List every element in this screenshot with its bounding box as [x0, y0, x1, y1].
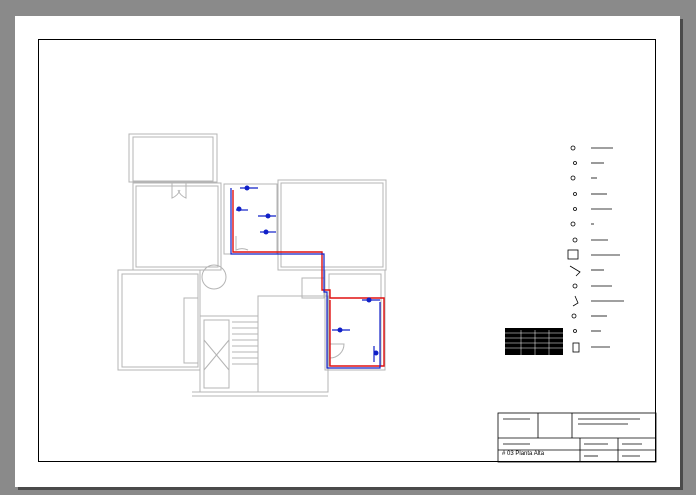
fixture-2: [236, 206, 242, 212]
room-lower-left-wall: [117, 269, 201, 371]
bedroom-right-wall: [277, 179, 387, 271]
door-bathroom: [235, 236, 249, 251]
legend-symbols: [567, 145, 624, 353]
door-bathroom-right: [329, 343, 345, 359]
room-lower-mid-wall: [257, 295, 329, 393]
fixture-6: [337, 327, 343, 333]
sheet-prefix: #: [502, 451, 506, 457]
fixture-7: [373, 350, 379, 356]
terrace-wall: [128, 133, 218, 183]
door-terrace-right: [177, 183, 187, 199]
sheet-name: 03 Planta Alta: [507, 451, 545, 457]
room-lower-left-inner: [121, 273, 199, 368]
bathroom-right-inner: [328, 273, 382, 367]
door-terrace-left: [171, 183, 181, 199]
hall-curve: [201, 264, 227, 290]
terrace-inner-wall: [132, 136, 214, 182]
stairs-well: [203, 319, 230, 389]
bathroom-top-wall: [223, 183, 278, 255]
sheet-title: # 03 Planta Alta: [502, 451, 544, 457]
walls: [117, 133, 387, 397]
bedroom-left-inner: [135, 185, 219, 268]
fixture-4: [263, 229, 269, 235]
schedule-table: [505, 328, 563, 355]
bedroom-left-wall: [132, 182, 222, 271]
stair-treads: [232, 321, 258, 365]
fixture-1: [244, 185, 250, 191]
legend-row: [567, 145, 624, 353]
closet: [183, 297, 199, 364]
hall-wall: [199, 270, 300, 392]
shaft: [301, 277, 325, 299]
fixture-5: [366, 297, 372, 303]
fixture-3: [265, 213, 271, 219]
floor-plan[interactable]: [0, 0, 696, 495]
